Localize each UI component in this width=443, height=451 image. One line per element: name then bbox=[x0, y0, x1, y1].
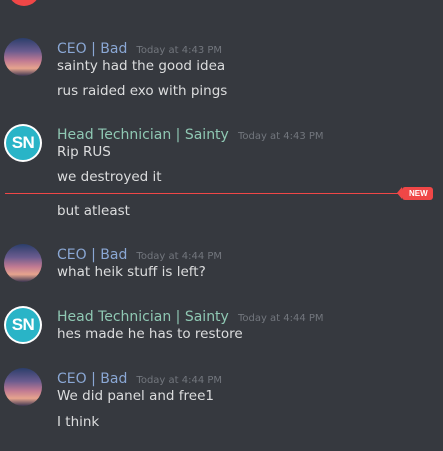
avatar-initials: SN bbox=[6, 126, 40, 160]
timestamp: Today at 4:44 PM bbox=[136, 375, 223, 386]
author-name[interactable]: CEO | Bad bbox=[57, 41, 127, 57]
timestamp: Today at 4:43 PM bbox=[237, 131, 324, 142]
message-header: Head Technician | Sainty Today at 4:43 P… bbox=[57, 124, 324, 143]
author-name[interactable]: Head Technician | Sainty bbox=[57, 127, 229, 143]
message-text: sainty had the good idea bbox=[57, 58, 226, 74]
message-text: but atleast bbox=[57, 203, 130, 219]
message-text: rus raided exo with pings bbox=[57, 83, 228, 99]
message-header: CEO | Bad Today at 4:44 PM bbox=[57, 368, 222, 387]
timestamp: Today at 4:44 PM bbox=[136, 251, 223, 262]
message-text: Rip RUS bbox=[57, 144, 111, 160]
avatar[interactable] bbox=[4, 244, 42, 282]
timestamp: Today at 4:44 PM bbox=[237, 313, 324, 324]
avatar[interactable] bbox=[8, 0, 40, 6]
previous-message-fragment: iki bbox=[0, 0, 443, 14]
author-name[interactable]: Head Technician | Sainty bbox=[57, 309, 229, 325]
message-text: we destroyed it bbox=[57, 169, 162, 185]
message-header: Head Technician | Sainty Today at 4:44 P… bbox=[57, 306, 324, 325]
avatar[interactable] bbox=[4, 38, 42, 76]
message-header: CEO | Bad Today at 4:44 PM bbox=[57, 244, 222, 263]
new-badge: NEW bbox=[397, 187, 433, 200]
message-header: CEO | Bad Today at 4:43 PM bbox=[57, 38, 222, 57]
author-name[interactable]: CEO | Bad bbox=[57, 371, 127, 387]
message-text: hes made he has to restore bbox=[57, 326, 243, 342]
avatar[interactable]: SN bbox=[4, 124, 42, 162]
avatar[interactable] bbox=[4, 368, 42, 406]
avatar[interactable]: SN bbox=[4, 306, 42, 344]
message-text: what heik stuff is left? bbox=[57, 264, 206, 280]
new-messages-divider bbox=[5, 193, 403, 194]
message-text: We did panel and free1 bbox=[57, 388, 214, 404]
author-name[interactable]: CEO | Bad bbox=[57, 247, 127, 263]
message-text: I think bbox=[57, 414, 100, 430]
message-text: iki bbox=[57, 0, 73, 4]
avatar-initials: SN bbox=[6, 308, 40, 342]
timestamp: Today at 4:43 PM bbox=[136, 45, 223, 56]
